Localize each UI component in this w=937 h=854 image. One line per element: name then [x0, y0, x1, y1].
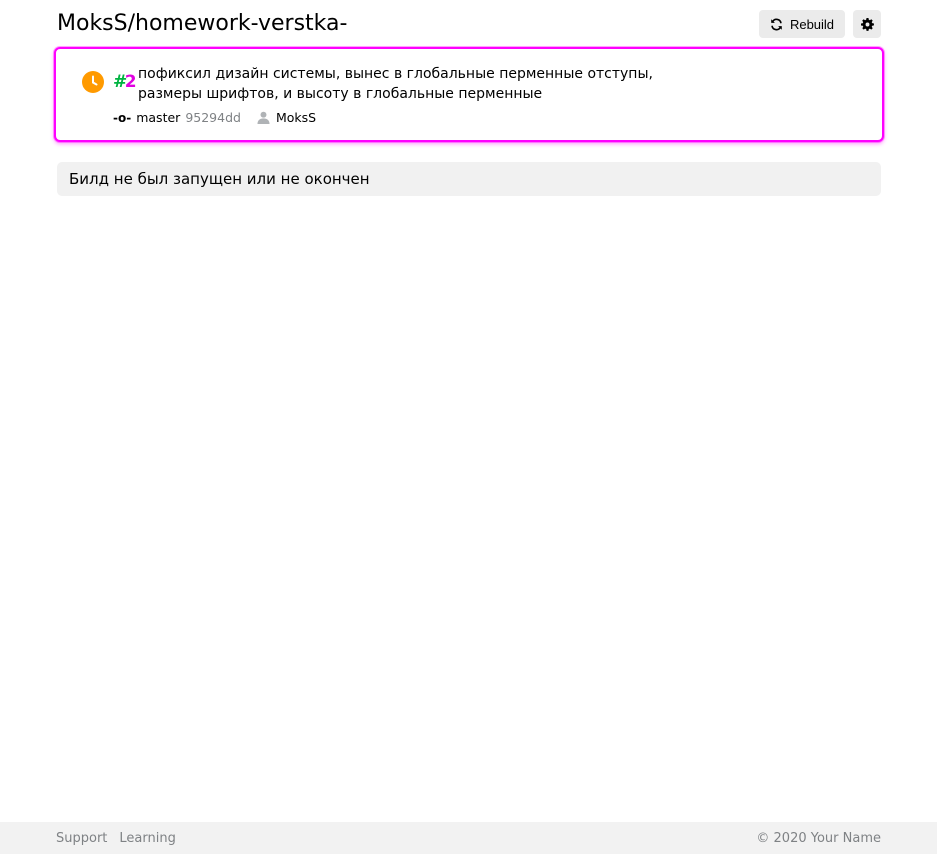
page-footer: Support Learning © 2020 Your Name [0, 822, 937, 854]
build-status-notice: Билд не был запущен или не окончен [57, 162, 881, 196]
build-card[interactable]: #2 пофиксил дизайн системы, вынес в глоб… [54, 47, 884, 142]
footer-link-support[interactable]: Support [56, 831, 107, 846]
commit-author: MoksS [275, 110, 317, 125]
repo-title: MoksS/homework-verstka- [57, 11, 348, 36]
page-header: MoksS/homework-verstka- Rebuild [56, 0, 881, 48]
footer-link-learning[interactable]: Learning [119, 831, 175, 846]
build-number-value: 2 [124, 72, 137, 92]
gear-icon [860, 17, 874, 31]
build-number: #2 [113, 72, 137, 92]
rebuild-button[interactable]: Rebuild [759, 10, 845, 38]
rebuild-label: Rebuild [789, 16, 835, 32]
build-meta: -o- master 95294dd MoksS [113, 110, 316, 125]
refresh-icon [771, 18, 782, 30]
footer-links: Support Learning [56, 831, 176, 846]
commit-message: пофиксил дизайн системы, вынес в глобаль… [138, 66, 653, 102]
commit-hash: 95294dd [185, 110, 241, 125]
copyright: © 2020 Your Name [756, 830, 881, 846]
branch-name: master [136, 110, 181, 125]
user-icon [257, 111, 270, 124]
branch-icon: -o- [113, 110, 132, 125]
settings-button[interactable] [853, 10, 881, 38]
clock-icon [82, 71, 104, 93]
